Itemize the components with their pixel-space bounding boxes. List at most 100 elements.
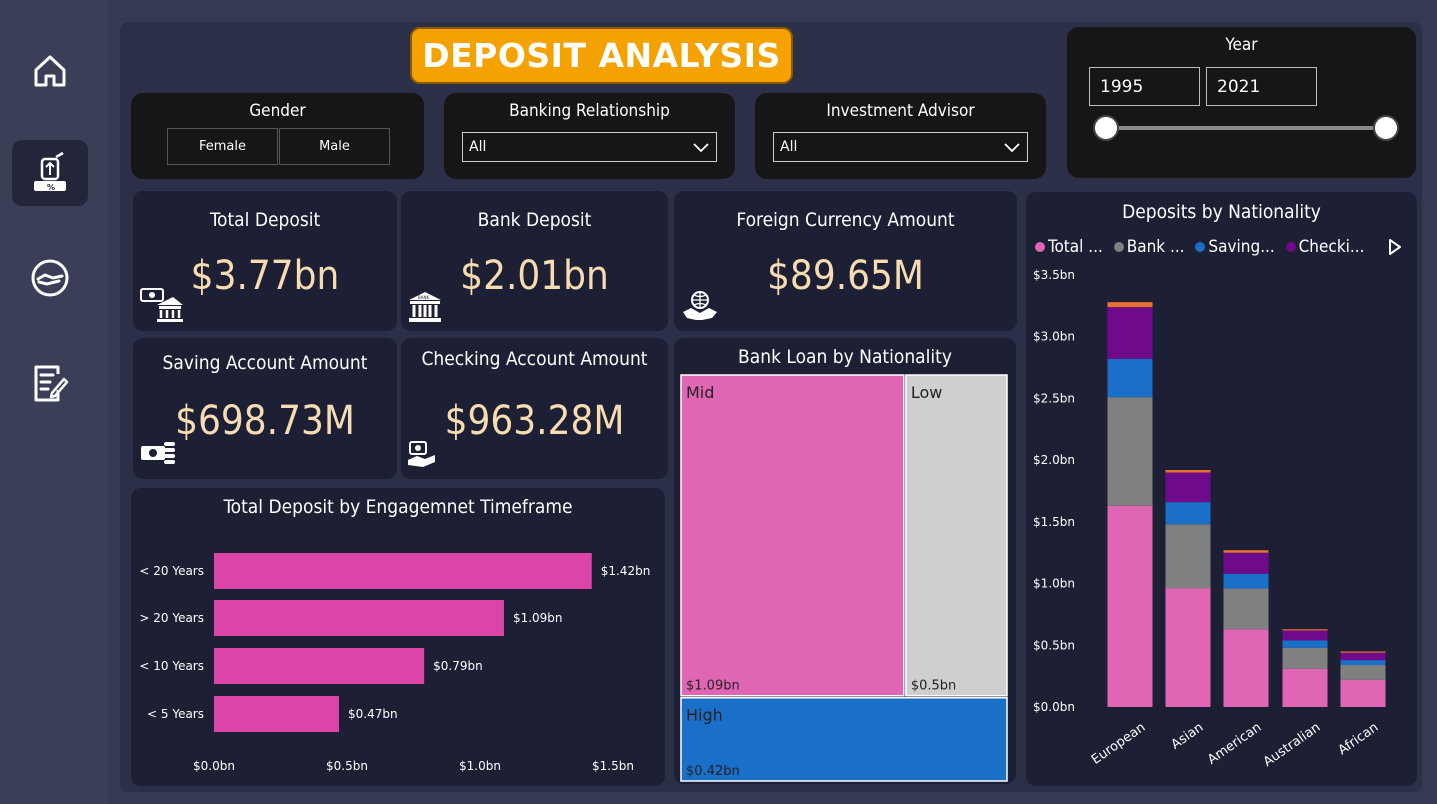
- stacked-bar-segment[interactable]: [1340, 660, 1386, 666]
- gender-female-button[interactable]: Female: [167, 128, 278, 165]
- stacked-bar-segment[interactable]: [1340, 652, 1386, 661]
- category-label: > 20 Years: [139, 611, 204, 625]
- year-slider-track[interactable]: [1106, 126, 1386, 130]
- nav-deposit-button[interactable]: %: [12, 140, 88, 206]
- global-handshake-icon: [683, 291, 717, 320]
- y-tick-label: $2.5bn: [1033, 391, 1075, 405]
- kpi-foreign-currency-card: Foreign Currency Amount $89.65M: [674, 191, 1017, 331]
- x-tick-label: American: [1205, 720, 1264, 768]
- legend-item[interactable]: Total ...: [1035, 237, 1103, 257]
- investment-advisor-dropdown[interactable]: All: [773, 132, 1028, 162]
- chart-title: Bank Loan by Nationality: [738, 346, 952, 368]
- x-tick-label: $1.5bn: [592, 759, 634, 773]
- investment-advisor-value: All: [780, 139, 798, 155]
- deposit-icon: %: [34, 151, 66, 192]
- legend-label: Bank ...: [1126, 237, 1185, 257]
- treemap-label: Mid: [686, 383, 714, 402]
- stacked-bar-segment[interactable]: [1223, 629, 1269, 707]
- bar[interactable]: [214, 696, 340, 732]
- stacked-bar-segment[interactable]: [1165, 588, 1211, 707]
- stacked-bar-segment[interactable]: [1107, 302, 1153, 308]
- stacked-bar-segment[interactable]: [1340, 665, 1386, 680]
- banking-relationship-value: All: [469, 139, 487, 155]
- stacked-bar-segment[interactable]: [1282, 629, 1328, 631]
- y-tick-label: $1.0bn: [1033, 577, 1075, 591]
- legend-label: Saving...: [1208, 237, 1275, 257]
- chevron-down-icon: [1004, 143, 1020, 153]
- kpi-title: Checking Account Amount: [421, 348, 648, 370]
- kpi-title: Foreign Currency Amount: [736, 209, 955, 231]
- y-tick-label: $3.0bn: [1033, 330, 1075, 344]
- x-tick-label: Asian: [1169, 720, 1207, 753]
- stacked-bar-segment[interactable]: [1340, 651, 1386, 653]
- stacked-bar-segment[interactable]: [1107, 358, 1153, 398]
- kpi-checking-account-card: Checking Account Amount $963.28M: [401, 338, 668, 479]
- legend-item[interactable]: Bank ...: [1113, 237, 1185, 257]
- stacked-bar-segment[interactable]: [1282, 640, 1328, 648]
- stacked-bar-segment[interactable]: [1340, 679, 1386, 707]
- nav-home-button[interactable]: [12, 38, 88, 104]
- stacked-bar-segment[interactable]: [1282, 630, 1328, 641]
- stacked-bar-segment[interactable]: [1165, 524, 1211, 589]
- year-slider-end-handle[interactable]: [1373, 115, 1399, 141]
- deposits-stacked-bar-chart: $0.0bn $0.5bn $1.0bn $1.5bn $2.0bn $2.5bn $3.0…: [1033, 268, 1386, 770]
- treemap-cell[interactable]: [905, 374, 1008, 697]
- year-start-input[interactable]: 1995: [1089, 67, 1200, 106]
- category-label: < 20 Years: [139, 564, 204, 578]
- legend-item[interactable]: Checki...: [1285, 237, 1365, 257]
- home-icon: [34, 55, 66, 87]
- banking-relationship-dropdown[interactable]: All: [462, 132, 717, 162]
- cash-coins-icon: [141, 442, 175, 464]
- legend-dot: [1035, 242, 1045, 252]
- chart-title: Deposits by Nationality: [1122, 201, 1321, 223]
- stacked-bar-segment[interactable]: [1165, 470, 1211, 473]
- bar[interactable]: [214, 553, 592, 589]
- year-slicer-title: Year: [1225, 35, 1258, 55]
- stacked-bar-segment[interactable]: [1223, 552, 1269, 574]
- chevron-down-icon: [693, 143, 709, 153]
- x-tick-label: African: [1336, 720, 1382, 758]
- stacked-bar-segment[interactable]: [1223, 588, 1269, 630]
- year-end-input[interactable]: 2021: [1206, 67, 1317, 106]
- stacked-bar-segment[interactable]: [1107, 397, 1153, 506]
- x-tick-label: European: [1089, 720, 1148, 768]
- year-slider-start-handle[interactable]: [1093, 115, 1119, 141]
- loan-icon: [31, 259, 69, 297]
- kpi-total-deposit-card: Total Deposit $3.77bn: [133, 191, 397, 331]
- x-tick-label: $1.0bn: [459, 759, 501, 773]
- kpi-value: $89.65M: [767, 253, 924, 299]
- y-tick-label: $3.5bn: [1033, 268, 1075, 282]
- category-label: < 5 Years: [147, 707, 204, 721]
- nav-loan-button[interactable]: [12, 245, 88, 311]
- stacked-bar-segment[interactable]: [1223, 573, 1269, 589]
- legend-next-icon[interactable]: [1388, 238, 1402, 256]
- svg-text:%: %: [47, 183, 55, 192]
- bank-loan-treemap: Mid $1.09bn Low $0.5bn High $0.42bn: [680, 374, 1008, 782]
- kpi-title: Bank Deposit: [477, 209, 592, 231]
- data-label: $1.09bn: [513, 611, 563, 625]
- y-tick-label: $0.0bn: [1033, 700, 1075, 714]
- legend-dot: [1113, 242, 1124, 252]
- stacked-bar-segment[interactable]: [1282, 668, 1328, 707]
- stacked-bar-segment[interactable]: [1165, 502, 1211, 525]
- stacked-bar-segment[interactable]: [1165, 472, 1211, 503]
- report-icon: [34, 365, 69, 402]
- stacked-bar-segment[interactable]: [1107, 307, 1153, 359]
- gender-male-button[interactable]: Male: [279, 128, 390, 165]
- banking-relationship-title: Banking Relationship: [509, 101, 670, 121]
- stacked-bar-segment[interactable]: [1223, 550, 1269, 553]
- stacked-bar-segment[interactable]: [1282, 647, 1328, 669]
- bar[interactable]: [214, 648, 425, 684]
- treemap-cell[interactable]: [680, 374, 905, 697]
- sidebar: %: [0, 0, 108, 804]
- nav-report-button[interactable]: [12, 350, 88, 416]
- y-tick-label: $0.5bn: [1033, 638, 1075, 652]
- legend-label: Checki...: [1298, 237, 1365, 257]
- legend-dot: [1285, 242, 1296, 252]
- bar[interactable]: [214, 600, 504, 636]
- engagement-bar-chart: < 20 Years $1.42bn > 20 Years $1.09bn < 10 Y…: [139, 553, 650, 773]
- legend-item[interactable]: Saving...: [1195, 237, 1275, 257]
- stacked-bar-segment[interactable]: [1107, 505, 1153, 707]
- investment-advisor-title: Investment Advisor: [826, 101, 975, 121]
- data-label: $0.79bn: [433, 659, 483, 673]
